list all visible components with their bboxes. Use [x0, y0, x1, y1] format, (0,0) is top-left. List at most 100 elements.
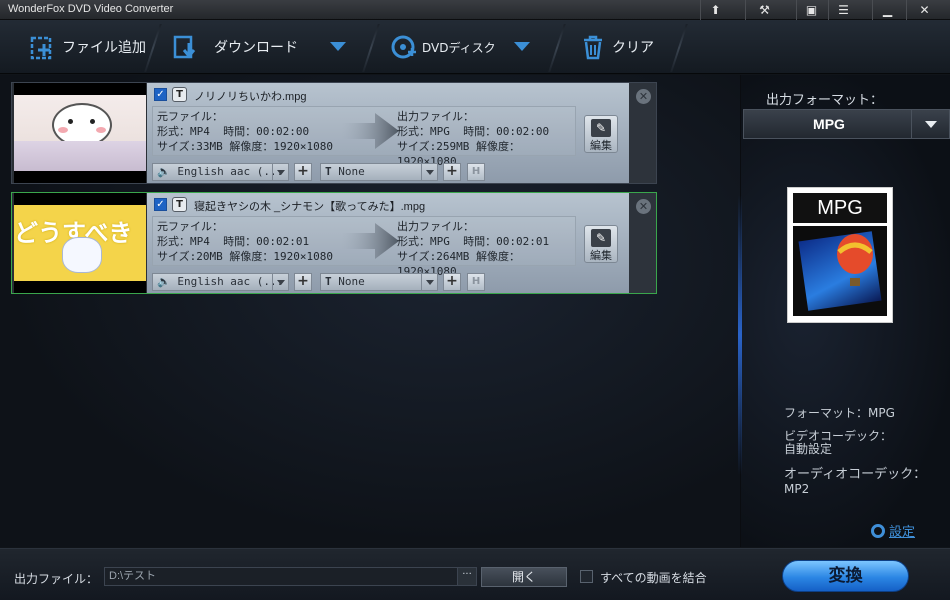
source-resolution: 解像度：1920×1080	[229, 250, 334, 263]
file-item[interactable]: ✓ T ノリノリちいかわ.mpg 元ファイル： 形式：MP4 時間：00:02:…	[11, 82, 657, 184]
output-folder-label: 出力ファイル：	[14, 572, 99, 586]
subtitle-value: None	[338, 165, 365, 178]
audio-track-select[interactable]: 🔈 English aac (...	[152, 163, 289, 181]
add-file-icon	[30, 36, 52, 60]
audio-codec-label: オーディオコーデック：	[784, 467, 927, 482]
title-bar: WonderFox DVD Video Converter ⬆ ⚒ ▣ ☰ ▁ …	[0, 0, 950, 20]
source-time: 時間：00:02:00	[223, 125, 310, 138]
audio-track-value: English aac (...	[177, 165, 284, 178]
file-name: 寝起きヤシの木 _シナモン【歌ってみた】.mpg	[194, 201, 426, 213]
clear-button[interactable]: クリア	[580, 20, 654, 74]
download-button[interactable]: ダウンロード	[172, 20, 298, 74]
merge-label: すべての動画を結合	[600, 571, 707, 585]
pen-icon: ✎	[591, 229, 611, 247]
register-icon[interactable]: ☰	[828, 0, 858, 20]
video-codec-value: 自動設定	[784, 442, 833, 456]
convert-arrow-icon	[341, 113, 399, 149]
close-icon[interactable]: ✕	[906, 0, 942, 20]
remove-item-icon[interactable]: ✕	[636, 89, 651, 104]
output-size: サイズ:264MB	[397, 250, 470, 263]
settings-link[interactable]: 設定	[871, 521, 915, 540]
output-path-field[interactable]: D:\テスト	[104, 567, 458, 586]
open-folder-button[interactable]: 開く	[481, 567, 567, 587]
file-info-panel: ✓ T 寝起きヤシの木 _シナモン【歌ってみた】.mpg 元ファイル： 形式：M…	[147, 193, 629, 293]
edit-button[interactable]: ✎ 編集	[584, 225, 618, 263]
clear-label: クリア	[612, 40, 654, 56]
download-label: ダウンロード	[214, 40, 298, 56]
output-format-select[interactable]: MPG	[743, 109, 950, 139]
output-format: 形式：MPG	[397, 125, 450, 138]
subtitle-select[interactable]: T None	[320, 273, 438, 291]
file-checkbox[interactable]: ✓	[154, 88, 167, 101]
rename-icon[interactable]: T	[172, 197, 187, 212]
upload-icon[interactable]: ⬆	[700, 0, 730, 20]
minimize-icon[interactable]: ▁	[872, 0, 902, 20]
source-header: 元ファイル：	[157, 110, 223, 123]
trash-icon	[584, 35, 602, 60]
subtitle-select[interactable]: T None	[320, 163, 438, 181]
format-icon-label: MPG	[793, 193, 887, 223]
source-format: 形式：MP4	[157, 125, 210, 138]
gear-icon	[871, 523, 885, 538]
source-time: 時間：00:02:01	[223, 235, 310, 248]
convert-arrow-icon	[341, 223, 399, 259]
audio-track-select[interactable]: 🔈 English aac (...	[152, 273, 289, 291]
chevron-down-icon[interactable]	[911, 110, 949, 138]
balloon-icon	[837, 234, 873, 286]
format-icon[interactable]: MPG	[787, 187, 893, 323]
output-size: サイズ:259MB	[397, 140, 470, 153]
source-size: サイズ:20MB	[157, 250, 223, 263]
toolbar: ファイル追加 ダウンロード DVDディスク クリア	[0, 20, 950, 74]
video-thumbnail	[14, 83, 146, 183]
hammer-icon[interactable]: ⚒	[745, 0, 783, 20]
remove-item-icon[interactable]: ✕	[636, 199, 651, 214]
output-header: 出力ファイル：	[397, 110, 474, 123]
file-list: ✓ T ノリノリちいかわ.mpg 元ファイル： 形式：MP4 時間：00:02:…	[0, 75, 740, 547]
merge-checkbox[interactable]	[580, 570, 593, 583]
source-header: 元ファイル：	[157, 220, 223, 233]
convert-button[interactable]: 変換	[782, 560, 909, 592]
speaker-icon: 🔈	[157, 275, 171, 288]
dvd-disc-button[interactable]: DVDディスク	[390, 20, 496, 74]
add-subtitle-button[interactable]: +	[443, 273, 461, 291]
subtitle-value: None	[338, 275, 365, 288]
file-details: 元ファイル： 形式：MP4 時間：00:02:01 サイズ:20MB 解像度：1…	[152, 216, 576, 278]
output-time: 時間：00:02:01	[463, 235, 550, 248]
dvd-disc-icon	[391, 35, 416, 59]
download-dropdown-icon[interactable]	[330, 42, 346, 51]
spec-format: フォーマット：MPG	[784, 406, 895, 420]
speaker-icon: 🔈	[157, 165, 171, 178]
browse-button[interactable]: ···	[457, 567, 477, 586]
edit-button[interactable]: ✎ 編集	[584, 115, 618, 153]
hardsub-button[interactable]: H	[467, 273, 485, 291]
output-format-label: 出力フォーマット：	[766, 93, 884, 108]
hardsub-button[interactable]: H	[467, 163, 485, 181]
file-details: 元ファイル： 形式：MP4 時間：00:02:00 サイズ:33MB 解像度：1…	[152, 106, 576, 168]
video-thumbnail: どうすべき	[14, 193, 146, 293]
audio-codec-value: MP2	[784, 482, 810, 496]
output-format-value: MPG	[813, 116, 845, 132]
add-file-button[interactable]: ファイル追加	[30, 20, 146, 74]
dvd-disc-label: DVDディスク	[422, 40, 496, 55]
source-size: サイズ:33MB	[157, 140, 223, 153]
add-audio-button[interactable]: +	[294, 163, 312, 181]
pen-icon: ✎	[591, 119, 611, 137]
output-format: 形式：MPG	[397, 235, 450, 248]
file-item[interactable]: どうすべき ✓ T 寝起きヤシの木 _シナモン【歌ってみた】.mpg 元ファイル…	[11, 192, 657, 294]
chat-icon[interactable]: ▣	[796, 0, 826, 20]
file-checkbox[interactable]: ✓	[154, 198, 167, 211]
edit-label: 編集	[590, 139, 612, 152]
add-subtitle-button[interactable]: +	[443, 163, 461, 181]
add-audio-button[interactable]: +	[294, 273, 312, 291]
subtitle-icon: T	[325, 275, 332, 288]
bottom-bar: 出力ファイル： D:\テスト ··· 開く すべての動画を結合 変換	[0, 548, 950, 600]
source-resolution: 解像度：1920×1080	[229, 140, 334, 153]
file-name: ノリノリちいかわ.mpg	[194, 91, 307, 103]
add-file-label: ファイル追加	[62, 40, 146, 56]
file-info-panel: ✓ T ノリノリちいかわ.mpg 元ファイル： 形式：MP4 時間：00:02:…	[147, 83, 629, 183]
rename-icon[interactable]: T	[172, 87, 187, 102]
source-format: 形式：MP4	[157, 235, 210, 248]
dvd-dropdown-icon[interactable]	[514, 42, 530, 51]
output-format-panel: 出力フォーマット： MPG MPG フォーマット：MPG ビデオコーデック： 自…	[738, 75, 950, 547]
settings-label: 設定	[889, 525, 916, 540]
